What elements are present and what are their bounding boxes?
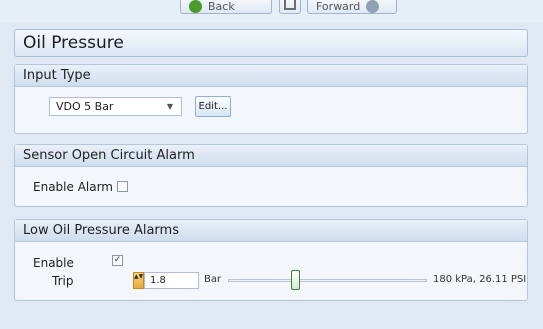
home-icon [284, 0, 296, 10]
trip-unit: Bar [204, 274, 222, 285]
chevron-down-icon: ▼ [166, 102, 173, 111]
sensor-type-value: VDO 5 Bar [56, 100, 114, 113]
sensor-type-select[interactable]: VDO 5 Bar ▼ [49, 97, 182, 116]
low-oil-pressure-section: Low Oil Pressure Alarms Enable ✓ Trip ▲▼… [14, 219, 528, 301]
low-oil-pressure-header: Low Oil Pressure Alarms [15, 220, 527, 242]
back-button[interactable]: Back [180, 0, 272, 14]
input-type-header: Input Type [15, 65, 527, 87]
back-arrow-icon [189, 0, 202, 13]
forward-button[interactable]: Forward [307, 0, 397, 14]
trip-slider-handle[interactable] [291, 270, 300, 290]
sensor-open-circuit-section: Sensor Open Circuit Alarm Enable Alarm [14, 144, 528, 207]
forward-label: Forward [316, 0, 361, 13]
trip-slider-track[interactable] [228, 279, 427, 282]
input-type-section: Input Type VDO 5 Bar ▼ Edit... [14, 64, 528, 134]
trip-spinner[interactable]: ▲▼ [133, 272, 144, 289]
home-button[interactable] [279, 0, 301, 14]
trip-readout: 180 kPa, 26.11 PSI [433, 274, 527, 285]
top-navigation: Back Forward [0, 0, 543, 22]
page-title: Oil Pressure [14, 29, 528, 57]
trip-value-input[interactable]: 1.8 [144, 272, 199, 289]
low-oil-enable-checkbox[interactable]: ✓ [112, 255, 123, 266]
enable-alarm-label: Enable Alarm [33, 180, 113, 194]
back-label: Back [208, 0, 235, 13]
sensor-open-circuit-header: Sensor Open Circuit Alarm [15, 145, 527, 167]
forward-arrow-icon [366, 0, 380, 13]
enable-label: Enable [33, 256, 74, 270]
trip-label: Trip [52, 274, 74, 288]
enable-alarm-checkbox[interactable] [117, 181, 128, 192]
edit-button[interactable]: Edit... [195, 96, 231, 117]
